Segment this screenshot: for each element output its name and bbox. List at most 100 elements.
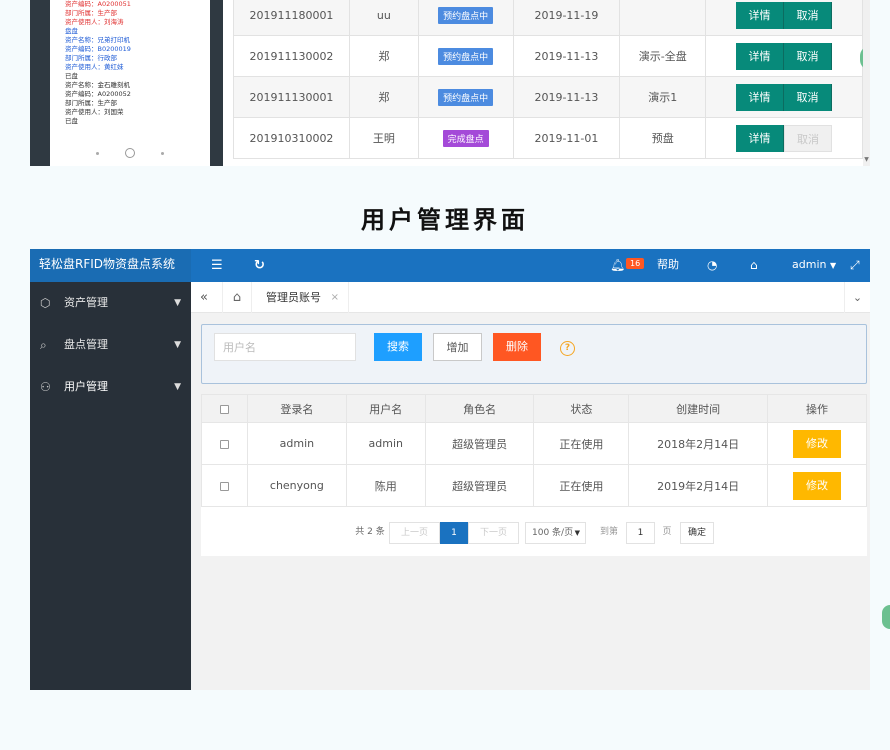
table-row: 201911180001 uu 预约盘点中 2019-11-19 详情 取消 bbox=[233, 0, 863, 36]
phone-nav-bar bbox=[50, 140, 210, 166]
task-user-cell: 郑 bbox=[348, 76, 419, 118]
phone-text-line: 资产编码：A0200052 bbox=[65, 90, 131, 98]
inventory-task-table: 201911180001 uu 预约盘点中 2019-11-19 详情 取消 2019111… bbox=[233, 0, 863, 159]
task-name-cell: 演示1 bbox=[619, 76, 707, 118]
search-panel: 搜索 增加 删除 ? bbox=[201, 324, 867, 384]
goto-page-input[interactable] bbox=[626, 522, 655, 544]
cancel-button[interactable]: 取消 bbox=[784, 83, 833, 111]
chevron-down-icon[interactable]: ⌄ bbox=[844, 282, 870, 313]
phone-mockup: 资产编码：A0200051 部门所属：生产部 资产使用人：刘海涛 盘盘 资产名称：兄弟打… bbox=[30, 0, 223, 166]
scrollbar[interactable]: ▼ bbox=[863, 0, 870, 166]
task-action-cell: 详情 取消 bbox=[705, 117, 863, 159]
bell-icon[interactable]: 🔔︎ bbox=[610, 249, 625, 282]
task-user-cell: uu bbox=[348, 0, 419, 36]
caret-down-icon: ▼ bbox=[174, 382, 181, 392]
user-name-cell: admin bbox=[345, 422, 426, 465]
task-code-cell: 201911180001 bbox=[233, 0, 350, 36]
column-header[interactable]: 用户名 bbox=[345, 394, 426, 423]
column-header[interactable]: 角色名 bbox=[424, 394, 535, 423]
task-status-cell: 预约盘点中 bbox=[417, 76, 514, 118]
action-cell: 修改 bbox=[767, 422, 867, 465]
close-icon[interactable]: × bbox=[331, 282, 339, 313]
status-badge: 预约盘点中 bbox=[438, 88, 494, 106]
sidebar-item[interactable]: ⬡ 资产管理 ▼ bbox=[30, 282, 191, 324]
home-tab-icon[interactable]: ⌂ bbox=[222, 282, 252, 313]
float-chat-tab[interactable] bbox=[882, 605, 890, 629]
task-date-cell: 2019-11-13 bbox=[512, 35, 621, 77]
table-row: 201911130001 郑 预约盘点中 2019-11-13 演示1 详情 取消 bbox=[233, 76, 863, 118]
username-search-input[interactable] bbox=[214, 333, 356, 361]
row-checkbox[interactable] bbox=[219, 481, 229, 491]
refresh-icon[interactable]: ↻ bbox=[254, 249, 265, 282]
login-name-cell: chenyong bbox=[246, 464, 347, 507]
sidebar-item[interactable]: ⚇ 用户管理 ▼ bbox=[30, 366, 191, 408]
phone-text-line: 资产使用人：刘国荣 bbox=[65, 108, 124, 116]
page-size-value: 100 条/页 bbox=[532, 528, 574, 538]
search-button[interactable]: 搜索 bbox=[374, 333, 422, 361]
detail-button[interactable]: 详情 bbox=[736, 124, 785, 152]
dashboard-icon[interactable]: ◔ bbox=[707, 249, 717, 282]
tab-admin-accounts[interactable]: 管理员账号 × bbox=[253, 282, 349, 313]
delete-button[interactable]: 删除 bbox=[493, 333, 541, 361]
add-button[interactable]: 增加 bbox=[433, 333, 482, 361]
menu-toggle-icon[interactable]: ☰ bbox=[211, 249, 223, 282]
sidebar: ⬡ 资产管理 ▼ ⌕ 盘点管理 ▼ ⚇ 用户管理 ▼ bbox=[30, 282, 191, 690]
edit-button[interactable]: 修改 bbox=[793, 429, 842, 458]
select-all-checkbox[interactable] bbox=[219, 404, 229, 414]
phone-text-line: 已盘 bbox=[65, 117, 78, 125]
sidebar-item[interactable]: ⌕ 盘点管理 ▼ bbox=[30, 324, 191, 366]
task-user-cell: 王明 bbox=[348, 117, 419, 159]
detail-button[interactable]: 详情 bbox=[736, 83, 785, 111]
users-icon: ⚇ bbox=[40, 380, 51, 394]
goto-label: 到第 bbox=[599, 527, 618, 537]
detail-button[interactable]: 详情 bbox=[736, 42, 785, 70]
phone-home-button[interactable] bbox=[125, 148, 135, 158]
status-badge: 预约盘点中 bbox=[438, 47, 494, 65]
task-date-cell: 2019-11-19 bbox=[512, 0, 621, 36]
cancel-button[interactable]: 取消 bbox=[784, 1, 833, 29]
help-icon[interactable]: ? bbox=[560, 341, 575, 356]
select-all-cell bbox=[201, 394, 248, 423]
page-unit-label: 页 bbox=[662, 527, 672, 537]
status-cell: 正在使用 bbox=[533, 464, 630, 507]
detail-button[interactable]: 详情 bbox=[736, 1, 785, 29]
task-user-cell: 郑 bbox=[348, 35, 419, 77]
confirm-goto-button[interactable]: 确定 bbox=[680, 522, 714, 544]
next-page-button[interactable]: 下一页 bbox=[468, 522, 519, 544]
task-name-cell bbox=[619, 0, 707, 36]
fullscreen-icon[interactable]: ⤢ bbox=[850, 249, 860, 282]
sidebar-item-label: 用户管理 bbox=[64, 380, 108, 393]
cancel-button[interactable]: 取消 bbox=[784, 42, 833, 70]
user-table: 登录名 用户名 角色名 状态 创建时间 操作 admin admin 超级管理员… bbox=[201, 394, 867, 507]
scroll-down-icon[interactable]: ▼ bbox=[863, 156, 870, 166]
phone-text-line: 部门所属：行政部 bbox=[65, 54, 117, 62]
tab-scroll-left-icon[interactable]: « bbox=[200, 282, 208, 313]
cube-icon: ⬡ bbox=[40, 296, 51, 310]
page-size-select[interactable]: 100 条/页 ▼ bbox=[525, 522, 586, 544]
status-badge: 预约盘点中 bbox=[438, 6, 494, 24]
role-cell: 超级管理员 bbox=[424, 464, 535, 507]
prev-page-button[interactable]: 上一页 bbox=[389, 522, 440, 544]
task-date-cell: 2019-11-13 bbox=[512, 76, 621, 118]
column-header[interactable]: 创建时间 bbox=[628, 394, 769, 423]
phone-back-dot[interactable] bbox=[96, 151, 99, 155]
phone-menu-dot[interactable] bbox=[161, 151, 164, 155]
row-checkbox[interactable] bbox=[219, 439, 229, 449]
user-menu[interactable]: admin ▼ bbox=[792, 249, 836, 282]
phone-text-line: 部门所属：生产部 bbox=[65, 9, 117, 17]
edit-button[interactable]: 修改 bbox=[793, 471, 842, 500]
tab-label: 管理员账号 bbox=[266, 291, 321, 304]
task-code-cell: 201911130001 bbox=[233, 76, 350, 118]
status-badge: 完成盘点 bbox=[442, 129, 489, 147]
help-link[interactable]: 帮助 bbox=[657, 249, 679, 282]
task-name-cell: 演示-全盘 bbox=[619, 35, 707, 77]
task-status-cell: 预约盘点中 bbox=[417, 35, 514, 77]
task-code-cell: 201910310002 bbox=[233, 117, 350, 159]
column-header[interactable]: 登录名 bbox=[246, 394, 347, 423]
sidebar-item-label: 资产管理 bbox=[64, 296, 108, 309]
user-name-cell: 陈用 bbox=[345, 464, 426, 507]
tag-icon[interactable]: ⌂ bbox=[750, 249, 758, 282]
column-header[interactable]: 状态 bbox=[533, 394, 630, 423]
page-number-current[interactable]: 1 bbox=[440, 522, 468, 544]
task-code-cell: 201911130002 bbox=[233, 35, 350, 77]
